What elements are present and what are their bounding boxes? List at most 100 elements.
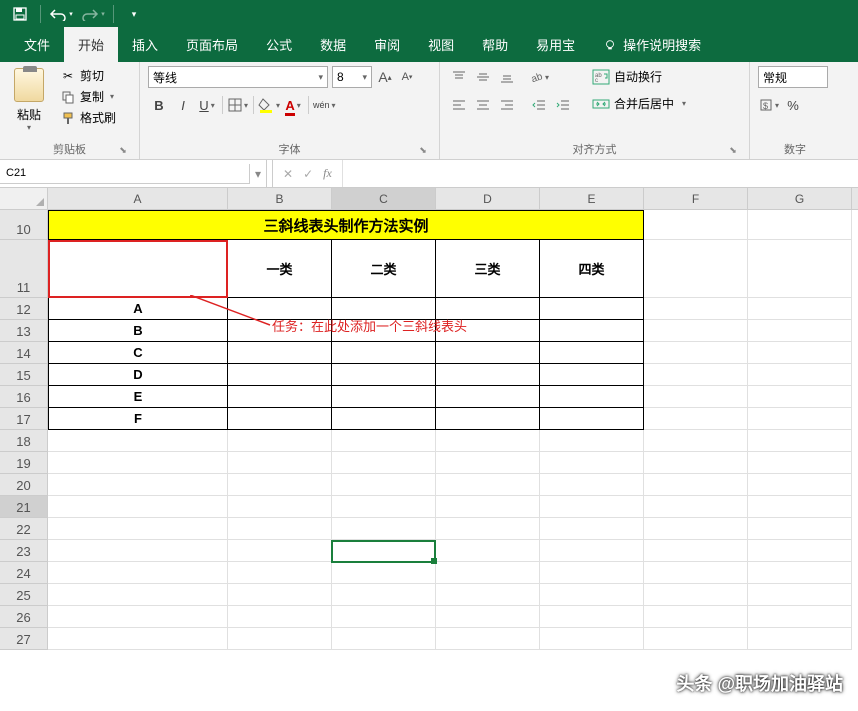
cell[interactable] <box>332 628 436 650</box>
cell[interactable] <box>644 298 748 320</box>
cell[interactable] <box>644 210 748 240</box>
qat-customize-button[interactable]: ▾ <box>122 2 146 26</box>
cell[interactable] <box>436 606 540 628</box>
tab-file[interactable]: 文件 <box>10 27 64 62</box>
cell[interactable] <box>540 298 644 320</box>
paste-button[interactable]: 粘贴 ▾ <box>8 66 50 132</box>
cell[interactable] <box>540 474 644 496</box>
cell[interactable] <box>228 430 332 452</box>
cancel-formula-button[interactable]: ✕ <box>283 167 293 181</box>
cell[interactable] <box>436 364 540 386</box>
copy-button[interactable]: 复制▾ <box>56 87 120 106</box>
category-header-cell[interactable]: 四类 <box>540 240 644 298</box>
row-header[interactable]: 20 <box>0 474 48 496</box>
enter-formula-button[interactable]: ✓ <box>303 167 313 181</box>
row-header[interactable]: 14 <box>0 342 48 364</box>
cell[interactable] <box>748 628 852 650</box>
undo-button[interactable]: ▾ <box>49 2 73 26</box>
decrease-indent-button[interactable] <box>528 94 550 116</box>
cell[interactable] <box>436 430 540 452</box>
cell[interactable] <box>748 298 852 320</box>
cell[interactable] <box>748 364 852 386</box>
name-box[interactable] <box>0 164 250 184</box>
cell[interactable] <box>748 496 852 518</box>
merge-center-button[interactable]: 合并后居中▾ <box>588 93 690 114</box>
cell[interactable] <box>748 320 852 342</box>
cell[interactable] <box>48 562 228 584</box>
cell[interactable] <box>748 342 852 364</box>
cell[interactable] <box>228 452 332 474</box>
tab-home[interactable]: 开始 <box>64 27 118 62</box>
row-header[interactable]: 17 <box>0 408 48 430</box>
cell[interactable] <box>332 496 436 518</box>
tab-view[interactable]: 视图 <box>414 27 468 62</box>
cell[interactable] <box>332 298 436 320</box>
orientation-button[interactable]: ab <box>528 66 550 88</box>
column-header[interactable]: G <box>748 188 852 209</box>
cell[interactable] <box>332 518 436 540</box>
row-header[interactable]: 13 <box>0 320 48 342</box>
row-header[interactable]: 23 <box>0 540 48 562</box>
column-header[interactable]: D <box>436 188 540 209</box>
row-header[interactable]: 22 <box>0 518 48 540</box>
cell[interactable] <box>48 584 228 606</box>
cell[interactable] <box>644 364 748 386</box>
cell[interactable] <box>332 342 436 364</box>
cell[interactable] <box>644 518 748 540</box>
cell[interactable] <box>540 518 644 540</box>
cell[interactable] <box>540 562 644 584</box>
wrap-text-button[interactable]: abc 自动换行 <box>588 66 690 87</box>
italic-button[interactable]: I <box>172 94 194 116</box>
cell[interactable] <box>748 540 852 562</box>
align-bottom-button[interactable] <box>496 66 518 88</box>
row-label-cell[interactable]: C <box>48 342 228 364</box>
tab-review[interactable]: 审阅 <box>360 27 414 62</box>
cell[interactable] <box>748 518 852 540</box>
cell[interactable] <box>748 408 852 430</box>
tell-me-search[interactable]: 操作说明搜索 <box>589 27 715 62</box>
cell[interactable] <box>228 408 332 430</box>
percent-button[interactable]: % <box>782 94 804 116</box>
cell[interactable] <box>48 540 228 562</box>
select-all-button[interactable] <box>0 188 48 209</box>
cell[interactable] <box>644 408 748 430</box>
cell[interactable] <box>228 606 332 628</box>
cell[interactable] <box>332 452 436 474</box>
cell[interactable] <box>748 430 852 452</box>
tab-yiyongbao[interactable]: 易用宝 <box>522 27 589 62</box>
cell[interactable] <box>748 584 852 606</box>
cell[interactable] <box>748 452 852 474</box>
row-label-cell[interactable]: D <box>48 364 228 386</box>
table-title-cell[interactable]: 三斜线表头制作方法实例 <box>48 210 644 240</box>
cell[interactable] <box>332 540 436 562</box>
cell[interactable] <box>748 240 852 298</box>
decrease-font-button[interactable]: A▾ <box>398 67 416 87</box>
cell[interactable] <box>644 430 748 452</box>
cell[interactable] <box>228 540 332 562</box>
cell[interactable] <box>436 408 540 430</box>
cell[interactable] <box>332 606 436 628</box>
cell[interactable] <box>540 430 644 452</box>
cell[interactable] <box>748 210 852 240</box>
column-header[interactable]: A <box>48 188 228 209</box>
cell[interactable] <box>228 386 332 408</box>
row-label-cell[interactable]: A <box>48 298 228 320</box>
cell[interactable] <box>540 628 644 650</box>
cell[interactable] <box>644 496 748 518</box>
font-launcher[interactable]: ⬊ <box>417 145 429 157</box>
cell[interactable] <box>228 518 332 540</box>
cell[interactable] <box>228 364 332 386</box>
align-right-button[interactable] <box>496 94 518 116</box>
cell[interactable] <box>748 606 852 628</box>
cell[interactable] <box>540 540 644 562</box>
column-header[interactable]: F <box>644 188 748 209</box>
format-painter-button[interactable]: 格式刷 <box>56 108 120 127</box>
cell[interactable] <box>540 606 644 628</box>
cell[interactable] <box>748 386 852 408</box>
row-header[interactable]: 10 <box>0 210 48 240</box>
number-format-combo[interactable]: 常规 <box>758 66 828 88</box>
redo-button[interactable]: ▾ <box>81 2 105 26</box>
row-header[interactable]: 18 <box>0 430 48 452</box>
cell[interactable] <box>332 474 436 496</box>
tab-help[interactable]: 帮助 <box>468 27 522 62</box>
